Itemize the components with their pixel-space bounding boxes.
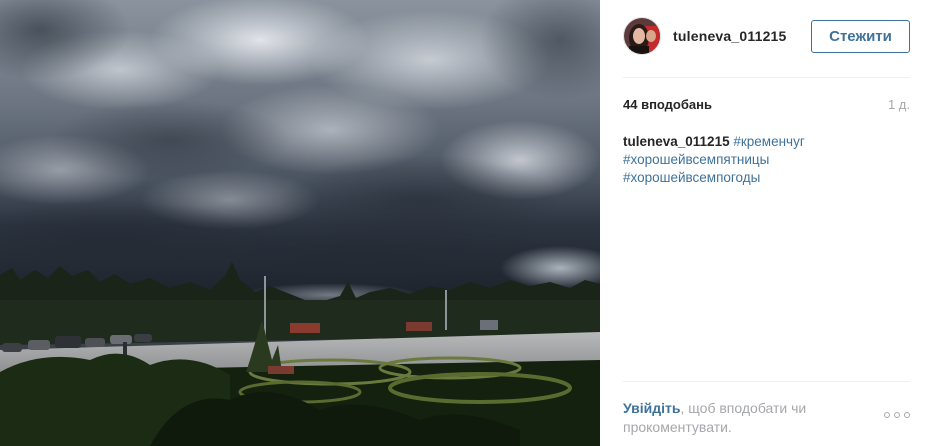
hashtag-link[interactable]: #хорошейвсемпогоды [623,170,760,185]
hashtag-link[interactable]: #хорошейвсемпятницы [623,152,769,167]
more-options-icon[interactable] [884,408,910,422]
post-sidebar: tuleneva_011215 Стежити 44 вподобань 1 д… [600,0,929,446]
hashtag-link[interactable]: #кременчуг [733,134,804,149]
post-photo[interactable] [0,0,600,446]
post-header: tuleneva_011215 Стежити [623,0,910,78]
post-footer: Увійдіть, щоб вподобати чи прокоментуват… [623,381,910,446]
more-dot [904,412,910,418]
follow-button[interactable]: Стежити [811,20,910,53]
caption-author-link[interactable]: tuleneva_011215 [623,134,730,149]
post-caption: tuleneva_011215 #кременчуг #хорошейвсемп… [623,133,910,187]
more-dot [894,412,900,418]
login-prompt: Увійдіть, щоб вподобати чи прокоментуват… [623,399,853,437]
more-dot [884,412,890,418]
post-time[interactable]: 1 д. [888,97,910,112]
login-link[interactable]: Увійдіть [623,400,681,416]
likes-count[interactable]: 44 вподобань [623,97,712,112]
post-stats: 44 вподобань 1 д. [623,96,910,116]
username-link[interactable]: tuleneva_011215 [673,28,787,44]
user-avatar[interactable] [623,17,661,55]
